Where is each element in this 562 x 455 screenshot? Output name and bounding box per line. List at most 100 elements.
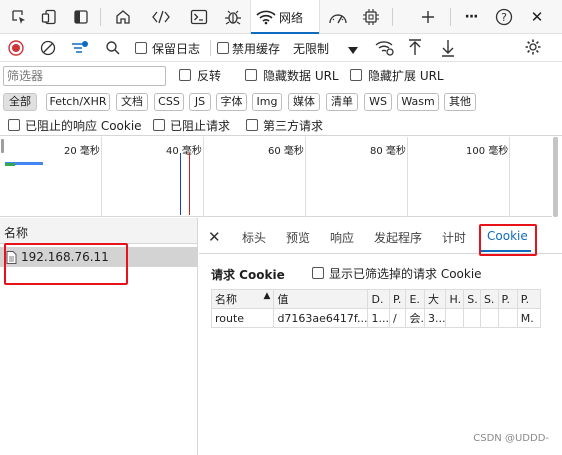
blocked-filters-row: 已阻止的响应 Cookie 已阻止请求 第三方请求 xyxy=(0,114,562,136)
filter-input[interactable]: 筛选器 xyxy=(3,66,166,86)
name-column-header[interactable]: 名称 xyxy=(0,218,198,244)
filter-chip-wasm[interactable]: Wasm xyxy=(397,93,439,111)
grid-line xyxy=(305,137,306,217)
memory-chip-icon[interactable] xyxy=(358,4,384,30)
cookie-domain-cell: 1... xyxy=(367,308,390,328)
column-header-partition-key[interactable]: P. xyxy=(497,289,518,309)
column-header-httponly[interactable]: H. xyxy=(445,289,465,309)
timeline-tick-label: 80 毫秒 xyxy=(370,146,406,157)
record-stop-icon[interactable] xyxy=(8,40,24,59)
cookie-priority-cell: M. xyxy=(516,308,542,328)
table-row[interactable]: route d7163ae6417f... 1... / 会. 3... M. xyxy=(210,308,542,328)
help-icon[interactable]: ? xyxy=(491,4,517,30)
more-options-icon[interactable]: ··· xyxy=(458,4,484,30)
search-icon[interactable] xyxy=(105,40,121,59)
name-column-label: 名称 xyxy=(4,226,29,240)
inspect-element-icon[interactable] xyxy=(6,4,32,30)
export-har-download-icon[interactable] xyxy=(441,39,455,60)
console-tab-icon[interactable] xyxy=(186,4,212,30)
column-header-expires[interactable]: E. xyxy=(405,289,425,309)
wifi-icon xyxy=(256,9,276,28)
filter-chip-img[interactable]: Img xyxy=(252,93,282,111)
grid-line xyxy=(203,137,204,217)
filter-chip-js[interactable]: JS xyxy=(189,93,211,111)
network-conditions-wifi-gear-icon[interactable] xyxy=(375,39,395,60)
filter-chip-other[interactable]: 其他 xyxy=(444,93,476,111)
column-header-size[interactable]: 大 xyxy=(423,289,447,309)
filter-chip-all[interactable]: 全部 xyxy=(3,93,37,111)
hide-extension-url-checkbox[interactable] xyxy=(350,69,362,81)
show-filtered-cookies-label: 显示已筛选掉的请求 Cookie xyxy=(329,267,482,281)
annotation-highlight-request xyxy=(4,243,128,285)
filter-chip-ws[interactable]: WS xyxy=(364,93,392,111)
elements-tab-icon[interactable] xyxy=(148,4,174,30)
tab-response[interactable]: 响应 xyxy=(330,229,354,246)
toolbar-divider xyxy=(100,8,101,26)
timeline-tick-label: 20 毫秒 xyxy=(64,146,100,157)
grid-line xyxy=(101,137,102,217)
cookies-table: 名称 ▲ 值 D. P. E. 大 H. S. S. P. P. route d7… xyxy=(210,289,542,328)
disable-cache-checkbox[interactable] xyxy=(217,42,229,54)
tab-preview[interactable]: 预览 xyxy=(286,229,310,246)
disable-cache-label: 禁用缓存 xyxy=(232,42,281,56)
filter-chip-font[interactable]: 字体 xyxy=(216,93,247,111)
dock-side-icon[interactable] xyxy=(68,4,94,30)
timeline-tick-label: 100 毫秒 xyxy=(466,146,509,157)
column-header-secure[interactable]: S. xyxy=(463,289,481,309)
column-header-priority[interactable]: P. xyxy=(516,289,542,309)
close-detail-icon[interactable]: ✕ xyxy=(208,228,221,246)
welcome-home-icon[interactable] xyxy=(110,4,136,30)
timeline-tick-label: 40 毫秒 xyxy=(166,146,202,157)
dom-content-loaded-line xyxy=(180,153,181,215)
filter-row: 筛选器 反转 隐藏数据 URL 隐藏扩展 URL xyxy=(0,63,562,88)
toolbar-divider xyxy=(210,40,211,56)
performance-gauge-icon[interactable] xyxy=(325,4,351,30)
sources-debug-bug-icon[interactable] xyxy=(220,4,246,30)
invert-checkbox[interactable] xyxy=(179,69,191,81)
cookie-name-cell: route xyxy=(210,308,275,328)
hide-data-url-checkbox[interactable] xyxy=(245,69,257,81)
column-header-samesite[interactable]: S. xyxy=(479,289,499,309)
devtools-top-toolbar: 网络 ··· ? ✕ xyxy=(0,0,562,34)
invert-label: 反转 xyxy=(197,69,222,83)
column-header-value[interactable]: 值 xyxy=(273,289,369,309)
close-devtools-icon[interactable]: ✕ xyxy=(524,4,550,30)
overview-right-handle[interactable] xyxy=(553,137,558,217)
device-emulation-icon[interactable] xyxy=(36,4,62,30)
column-header-label: 名称 xyxy=(215,293,237,306)
filter-chip-media[interactable]: 媒体 xyxy=(288,93,320,111)
tab-initiator[interactable]: 发起程序 xyxy=(374,229,422,246)
add-tool-plus-icon[interactable] xyxy=(415,4,441,30)
column-header-name[interactable]: 名称 ▲ xyxy=(210,289,275,309)
tab-network[interactable]: 网络 xyxy=(250,0,320,34)
cookie-partition-cell xyxy=(497,308,518,328)
tab-headers[interactable]: 标头 xyxy=(242,229,266,246)
blocked-requests-checkbox[interactable] xyxy=(153,119,165,131)
annotation-highlight-cookie-tab xyxy=(479,224,537,256)
filter-chip-css[interactable]: CSS xyxy=(154,93,184,111)
third-party-requests-label: 第三方请求 xyxy=(263,119,324,133)
filter-chip-manifest[interactable]: 清单 xyxy=(326,93,358,111)
settings-gear-icon[interactable] xyxy=(524,38,542,59)
throttling-select[interactable]: 无限制 xyxy=(293,40,329,57)
watermark: CSDN @UDDD- xyxy=(473,433,549,444)
sort-ascending-icon: ▲ xyxy=(263,291,271,301)
import-har-upload-icon[interactable] xyxy=(408,39,422,60)
toolbar-divider xyxy=(392,8,393,26)
show-filtered-cookies-checkbox[interactable] xyxy=(312,267,324,279)
column-header-path[interactable]: P. xyxy=(388,289,407,309)
preserve-log-checkbox[interactable] xyxy=(135,42,147,54)
blocked-response-cookie-checkbox[interactable] xyxy=(8,119,20,131)
chevron-down-icon[interactable] xyxy=(348,44,358,58)
cookie-secure-cell xyxy=(463,308,481,328)
third-party-requests-checkbox[interactable] xyxy=(246,119,258,131)
filter-toggle-icon[interactable] xyxy=(70,39,90,60)
overview-left-handle[interactable] xyxy=(1,139,4,153)
overview-timeline[interactable]: 20 毫秒 40 毫秒 60 毫秒 80 毫秒 100 毫秒 xyxy=(0,137,552,217)
column-header-domain[interactable]: D. xyxy=(367,289,390,309)
filter-chip-fetch-xhr[interactable]: Fetch/XHR xyxy=(46,93,110,111)
clear-log-icon[interactable] xyxy=(40,40,56,59)
filter-chip-doc[interactable]: 文档 xyxy=(116,93,148,111)
cookie-value-cell: d7163ae6417f... xyxy=(273,308,369,328)
tab-timing[interactable]: 计时 xyxy=(442,229,466,246)
